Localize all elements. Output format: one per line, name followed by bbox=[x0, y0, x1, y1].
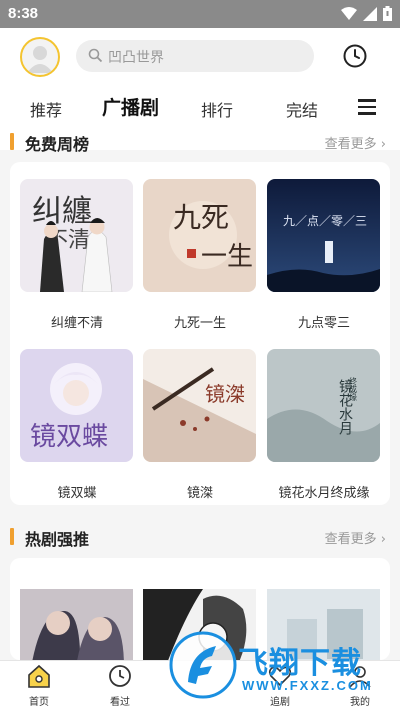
nav-label: 首页 bbox=[29, 697, 49, 708]
signal-icon bbox=[363, 6, 377, 21]
svg-text:镜滐: 镜滐 bbox=[205, 382, 245, 406]
battery-icon bbox=[383, 6, 392, 21]
history-clock-icon[interactable] bbox=[342, 43, 368, 69]
weekly-free-grid: 纠纏 不清 九死 一生 九／点／零／三 纠缠不清 九死一生 九点零三 镜双蝶 镜… bbox=[10, 162, 390, 505]
wifi-icon bbox=[341, 6, 357, 20]
book-title[interactable]: 镜双蝶 bbox=[12, 482, 142, 501]
watermark-logo-icon bbox=[169, 631, 237, 699]
view-more-link[interactable]: 查看更多 › bbox=[325, 133, 386, 152]
book-title[interactable]: 九死一生 bbox=[135, 312, 265, 331]
section-title: 热剧强推 bbox=[25, 530, 90, 549]
svg-text:镜双蝶: 镜双蝶 bbox=[30, 422, 108, 452]
tab-recommend[interactable]: 推荐 bbox=[30, 97, 62, 121]
search-icon bbox=[88, 48, 103, 63]
user-avatar-icon bbox=[27, 46, 53, 73]
book-title[interactable]: 纠缠不清 bbox=[12, 312, 142, 331]
tab-completed[interactable]: 完结 bbox=[286, 97, 318, 121]
cover-image[interactable]: 镜双蝶 bbox=[20, 349, 133, 462]
tab-radio-drama[interactable]: 广播剧 bbox=[102, 93, 159, 120]
nav-history[interactable]: 看过 bbox=[90, 663, 150, 708]
section-accent-bar bbox=[10, 528, 14, 545]
cover-art: 九／点／零／三 bbox=[267, 179, 380, 292]
section-header-hot-picks: 热剧强推 查看更多 › bbox=[0, 522, 400, 552]
watermark-url: WWW.FXXZ.COM bbox=[242, 678, 373, 693]
clock-icon bbox=[109, 665, 131, 687]
watermark: 飞翔下载 WWW.FXXZ.COM bbox=[168, 630, 400, 700]
search-bar[interactable]: 凹凸世界 bbox=[76, 40, 314, 72]
category-tabs: 推荐 广播剧 排行 完结 bbox=[0, 90, 400, 124]
menu-icon[interactable] bbox=[358, 99, 376, 115]
nav-home[interactable]: 首页 bbox=[9, 663, 69, 708]
cover-image[interactable]: 九／点／零／三 bbox=[267, 179, 380, 292]
avatar[interactable] bbox=[20, 37, 60, 77]
cover-image[interactable]: 纠纏 不清 bbox=[20, 179, 133, 292]
cover-image[interactable]: 九死 一生 bbox=[143, 179, 256, 292]
watermark-brand: 飞翔下载 bbox=[238, 646, 362, 681]
cover-art: 九死 一生 bbox=[143, 179, 256, 292]
cover-art: 纠纏 不清 bbox=[20, 179, 133, 292]
svg-text:九死: 九死 bbox=[173, 201, 229, 234]
svg-text:终成缘: 终成缘 bbox=[349, 376, 358, 401]
home-icon bbox=[28, 664, 50, 688]
section-title: 免费周榜 bbox=[25, 135, 90, 154]
cover-art: 镜双蝶 bbox=[20, 349, 133, 462]
view-more-link[interactable]: 查看更多 › bbox=[325, 528, 386, 547]
book-title[interactable]: 九点零三 bbox=[259, 312, 389, 331]
section-accent-bar bbox=[10, 133, 14, 150]
svg-text:纠纏: 纠纏 bbox=[32, 194, 92, 229]
cover-art: 镜滐 bbox=[143, 349, 256, 462]
svg-text:九／点／零／三: 九／点／零／三 bbox=[283, 214, 367, 228]
cover-image[interactable]: 镜花水月 终成缘 bbox=[267, 349, 380, 462]
cover-art: 镜花水月 终成缘 bbox=[267, 349, 380, 462]
svg-text:一生: 一生 bbox=[201, 242, 253, 272]
nav-label: 看过 bbox=[110, 697, 130, 708]
search-placeholder: 凹凸世界 bbox=[108, 50, 164, 66]
book-title[interactable]: 镜花水月终成缘 bbox=[259, 482, 389, 501]
book-title[interactable]: 镜滐 bbox=[135, 482, 265, 501]
status-bar: 8:38 bbox=[0, 0, 400, 28]
status-icons bbox=[341, 6, 392, 21]
section-header-weekly-free: 免费周榜 查看更多 › bbox=[0, 127, 400, 157]
status-time: 8:38 bbox=[8, 5, 39, 22]
cover-image[interactable]: 镜滐 bbox=[143, 349, 256, 462]
cover-image[interactable] bbox=[20, 575, 133, 660]
tab-ranking[interactable]: 排行 bbox=[201, 97, 233, 121]
cover-art bbox=[20, 589, 133, 660]
